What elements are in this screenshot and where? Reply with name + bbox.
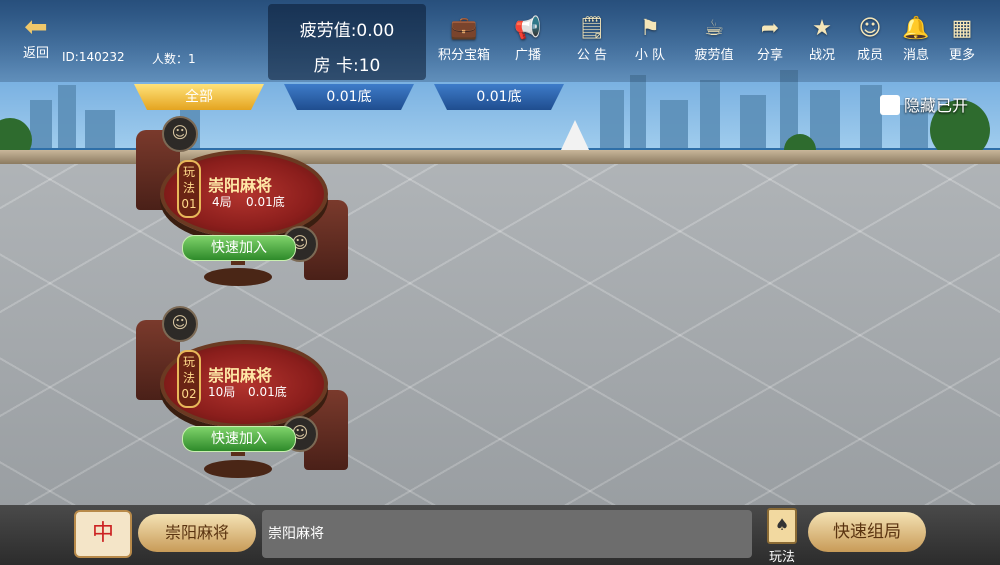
empty-seat-avatar[interactable]: ☺ xyxy=(162,116,198,152)
menu-team[interactable]: ⚑ 小 队 xyxy=(618,14,682,63)
menu-label: 疲劳值 xyxy=(694,48,734,63)
back-label: 返回 xyxy=(22,46,49,61)
back-button[interactable]: ⬅ 返回 xyxy=(14,10,58,62)
menu-label: 战况 xyxy=(808,48,835,63)
menu-label: 公 告 xyxy=(576,48,608,63)
base-value: 0.01底 xyxy=(246,195,285,209)
grid-icon: ▦ xyxy=(951,16,973,41)
table-base xyxy=(204,460,272,478)
menu-notice[interactable]: 🗒 公 告 xyxy=(560,14,624,63)
empty-seat-avatar[interactable]: ☺ xyxy=(162,306,198,342)
flag-icon: ⚑ xyxy=(640,16,660,41)
menu-fatigue[interactable]: ☕ 疲劳值 xyxy=(682,14,746,63)
people-count: 人数：1 xyxy=(152,52,196,66)
hide-opened-toggle[interactable]: 隐藏已开 xyxy=(880,92,968,116)
menu-points-chest[interactable]: 💼 积分宝箱 xyxy=(432,14,496,63)
hide-toggle-label: 隐藏已开 xyxy=(904,96,969,115)
room-cards: 房 卡:10 xyxy=(313,56,381,76)
menu-broadcast[interactable]: 📢 广播 xyxy=(496,14,560,63)
notice-icon: 🗒 xyxy=(578,16,606,41)
quick-start-button[interactable]: 快速组局 xyxy=(808,512,926,552)
menu-label: 小 队 xyxy=(634,48,666,63)
card-icon: ♠ xyxy=(767,508,797,544)
round-count: 10局 xyxy=(208,385,236,399)
tab-base-2[interactable]: 0.01底 xyxy=(434,84,564,110)
table-base xyxy=(204,268,272,286)
menu-label: 更多 xyxy=(948,48,975,63)
round-count: 4局 xyxy=(212,195,232,209)
coffee-cup-icon: ☕ xyxy=(704,16,724,41)
megaphone-icon: 📢 xyxy=(514,16,542,41)
menu-label: 积分宝箱 xyxy=(437,48,490,63)
game-select-button[interactable]: 崇阳麻将 xyxy=(138,514,256,552)
resource-panel: 疲劳值:0.00 房 卡:10 xyxy=(268,4,426,80)
rule-tag: 玩 法 01 xyxy=(177,160,201,218)
treasure-chest-icon: 💼 xyxy=(450,16,478,41)
quick-join-button[interactable]: 快速加入 xyxy=(182,426,296,452)
back-arrow-icon: ⬅ xyxy=(24,10,48,43)
user-id: ID:140232 xyxy=(62,50,125,64)
menu-more[interactable]: ▦ 更多 xyxy=(930,14,994,63)
menu-label: 消息 xyxy=(902,48,929,63)
rules-button[interactable]: ♠ 玩法 xyxy=(762,508,802,565)
base-value: 0.01底 xyxy=(248,385,287,399)
menu-label: 分享 xyxy=(756,48,783,63)
rule-tag: 玩 法 02 xyxy=(177,350,201,408)
checkbox[interactable] xyxy=(880,95,900,115)
tab-base-1[interactable]: 0.01底 xyxy=(284,84,414,110)
game-description: 崇阳麻将 xyxy=(262,510,752,558)
quick-join-button[interactable]: 快速加入 xyxy=(182,235,296,261)
menu-label: 成员 xyxy=(856,48,883,63)
mahjong-tile-icon[interactable]: 中 xyxy=(74,510,132,558)
menu-label: 广播 xyxy=(514,48,541,63)
rules-label: 玩法 xyxy=(768,550,795,565)
fatigue-value: 疲劳值:0.00 xyxy=(299,21,395,41)
tab-all[interactable]: 全部 xyxy=(134,84,264,110)
